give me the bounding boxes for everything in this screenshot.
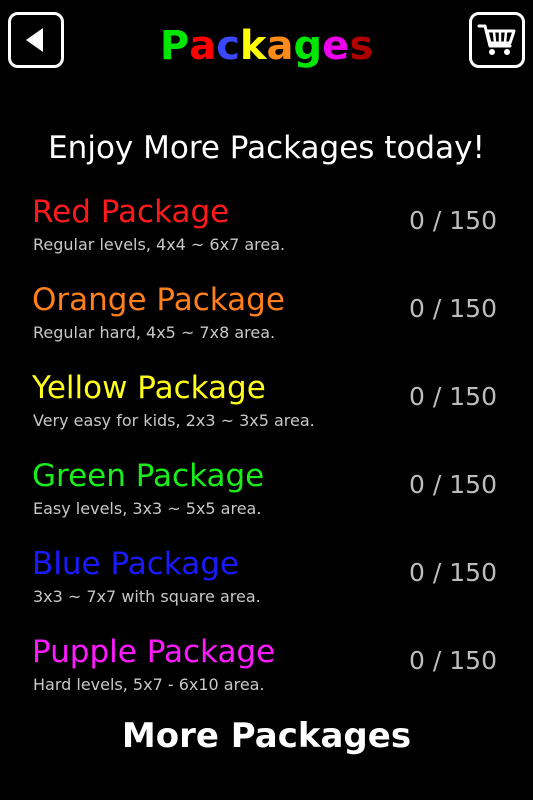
package-description: Hard levels, 5x7 - 6x10 area.: [33, 675, 265, 694]
package-name: Pupple Package: [32, 634, 276, 670]
package-item-red[interactable]: Red Package Regular levels, 4x4 ~ 6x7 ar…: [0, 190, 533, 278]
title-letter: c: [216, 23, 240, 69]
package-progress: 0 / 150: [409, 382, 497, 411]
package-description: Regular hard, 4x5 ~ 7x8 area.: [33, 323, 276, 342]
package-name: Green Package: [32, 458, 265, 494]
package-progress: 0 / 150: [409, 470, 497, 499]
package-description: Easy levels, 3x3 ~ 5x5 area.: [33, 499, 262, 518]
package-description: Regular levels, 4x4 ~ 6x7 area.: [33, 235, 286, 254]
package-progress: 0 / 150: [409, 206, 497, 235]
package-description: 3x3 ~ 7x7 with square area.: [33, 587, 261, 606]
package-item-orange[interactable]: Orange Package Regular hard, 4x5 ~ 7x8 a…: [0, 278, 533, 366]
package-description: Very easy for kids, 2x3 ~ 3x5 area.: [33, 411, 315, 430]
package-item-blue[interactable]: Blue Package 3x3 ~ 7x7 with square area.…: [0, 542, 533, 630]
package-progress: 0 / 150: [409, 646, 497, 675]
package-name: Red Package: [32, 194, 230, 230]
package-item-purple[interactable]: Pupple Package Hard levels, 5x7 - 6x10 a…: [0, 630, 533, 718]
package-name: Blue Package: [32, 546, 239, 582]
more-packages-button[interactable]: More Packages: [0, 712, 533, 760]
package-name: Orange Package: [32, 282, 285, 318]
page-title: Packages: [0, 18, 533, 74]
title-letter: s: [349, 23, 374, 69]
title-letter: e: [322, 23, 350, 69]
cart-button[interactable]: [469, 12, 525, 68]
package-progress: 0 / 150: [409, 294, 497, 323]
package-progress: 0 / 150: [409, 558, 497, 587]
subtitle: Enjoy More Packages today!: [48, 130, 485, 166]
package-item-yellow[interactable]: Yellow Package Very easy for kids, 2x3 ~…: [0, 366, 533, 454]
header-bar: Packages: [0, 0, 533, 90]
package-list: Red Package Regular levels, 4x4 ~ 6x7 ar…: [0, 190, 533, 718]
title-letter: a: [266, 23, 294, 69]
title-letter: k: [239, 23, 267, 69]
package-item-green[interactable]: Green Package Easy levels, 3x3 ~ 5x5 are…: [0, 454, 533, 542]
package-name: Yellow Package: [32, 370, 266, 406]
title-letter: g: [293, 23, 323, 69]
title-letter: P: [159, 23, 190, 69]
title-letter: a: [189, 23, 217, 69]
shopping-cart-icon: [477, 24, 516, 55]
